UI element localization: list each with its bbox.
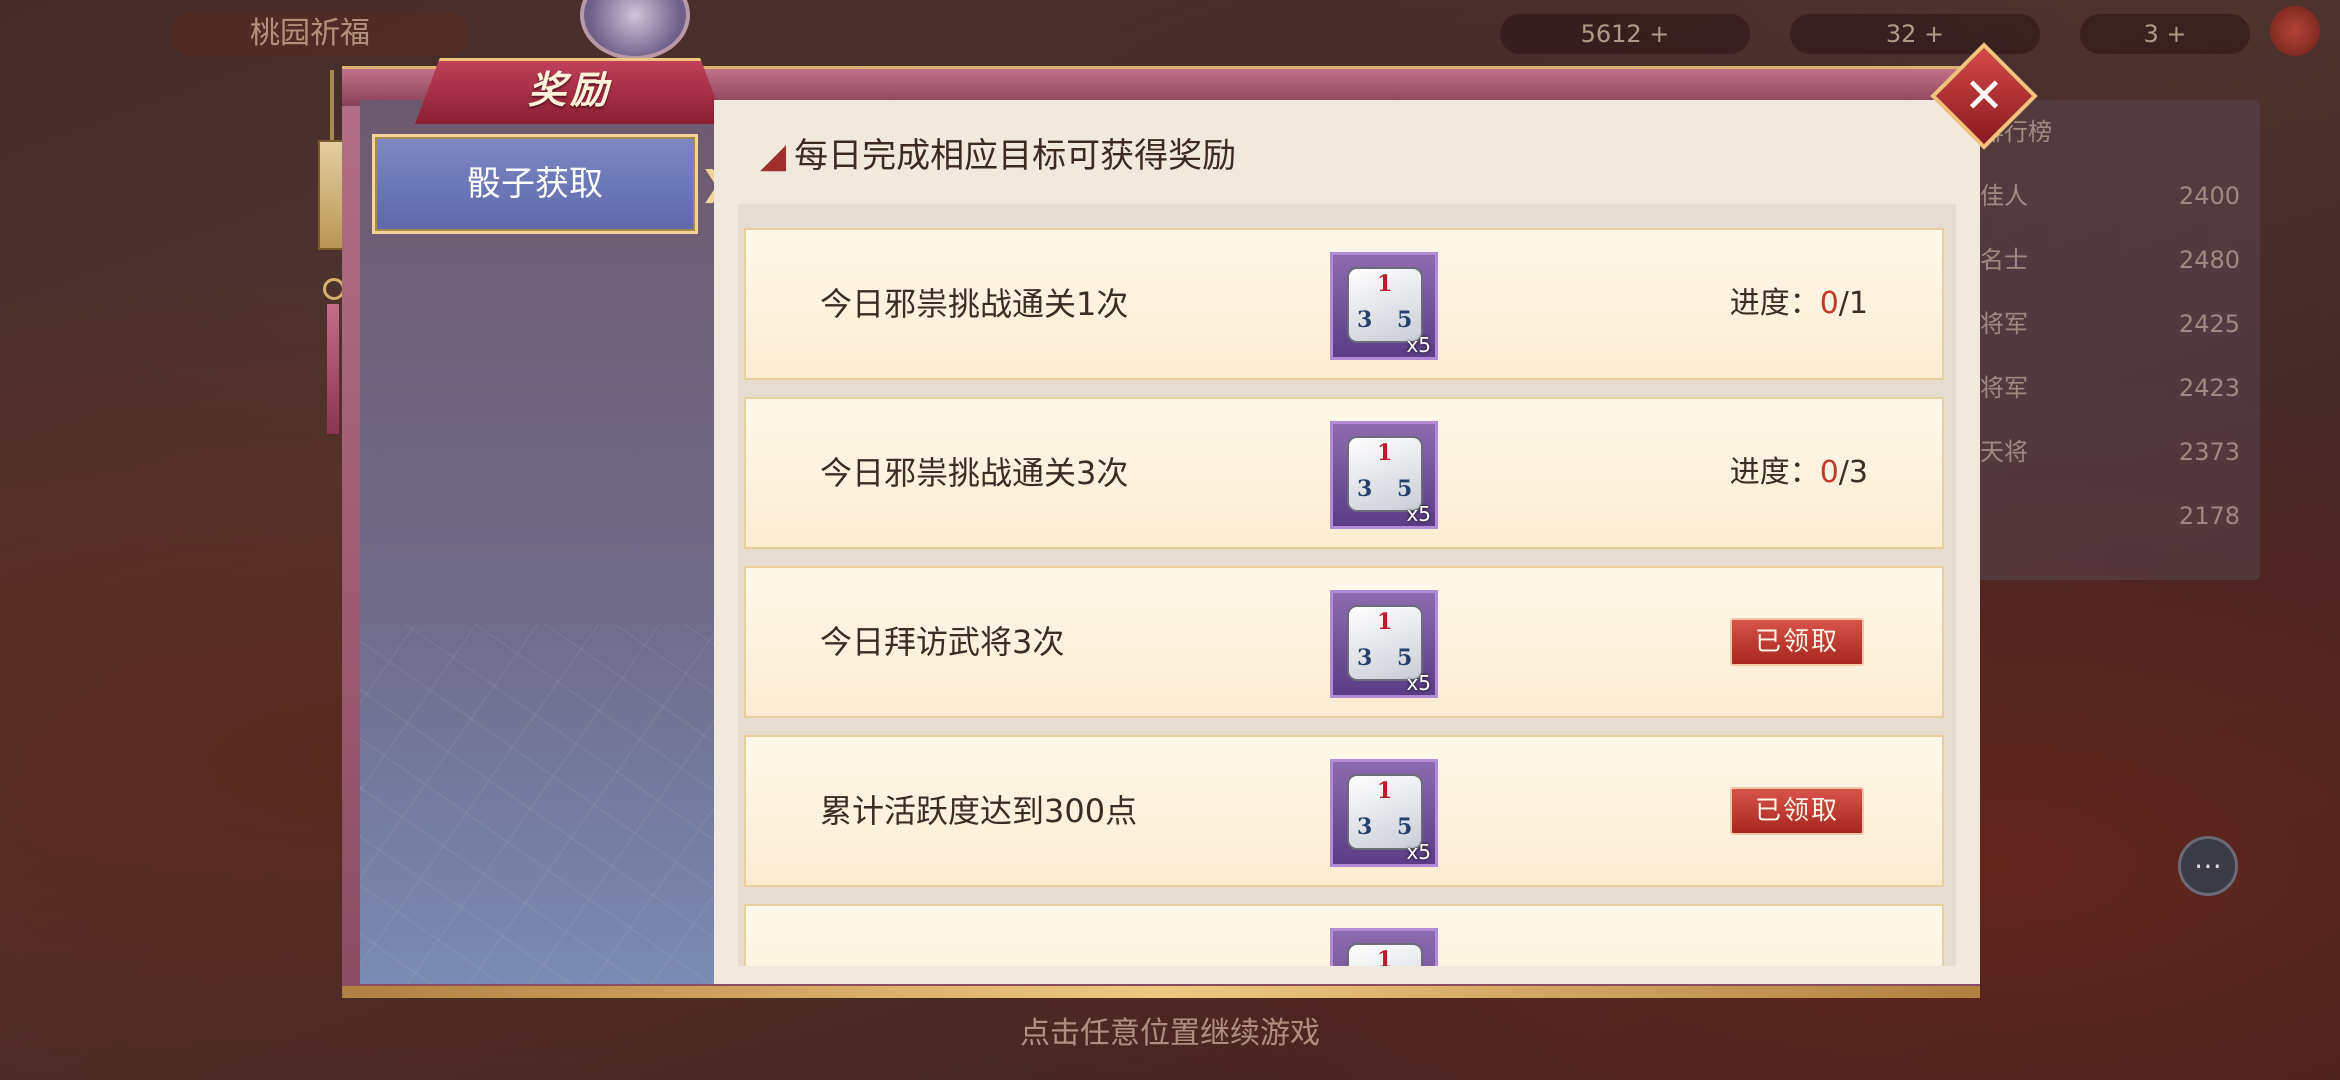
hud-resource-1: 5612 + [1500,14,1750,54]
tassel-ornament-icon [327,304,339,434]
background-ranking-panel: 排行榜 佳人 2400 名士 2480 将军 2425 将军 2423 天将 2373 2… [1960,100,2260,580]
reward-quantity: x5 [1406,333,1431,357]
task-row: 今日拜访武将3次 135 x5 已领取 [744,566,1944,718]
header-text: 每日完成相应目标可获得奖励 [794,136,1237,176]
gem-icon [2270,6,2320,56]
task-list[interactable]: 今日邪祟挑战通关1次 135 x5 进度：0/1 今日邪祟挑战通关3次 135 … [738,204,1956,966]
dice-icon[interactable]: 135 x5 [1330,252,1438,360]
ranking-row: 天将 2373 [1980,438,2240,466]
ranking-row: 2178 [2178,502,2240,530]
task-row: 今日邪祟挑战通关1次 135 x5 进度：0/1 [744,228,1944,380]
tab-dice-acquire[interactable]: 骰子获取 [372,134,698,234]
content-header: ◢ 每日完成相应目标可获得奖励 [760,126,1236,186]
ranking-row: 佳人 2400 [1980,182,2240,210]
hud-resource-2: 32 + [1790,14,2040,54]
task-label: 今日拜访武将3次 [820,623,1065,661]
ranking-row: 将军 2425 [1980,310,2240,338]
task-progress: 进度：0/3 [1729,455,1868,490]
dice-icon[interactable]: 135 x5 [1330,759,1438,867]
dice-icon[interactable]: 135 x5 [1330,590,1438,698]
task-row: 累计活跃度达到300点 135 x5 已领取 [744,735,1944,887]
task-label: 累计活跃度达到300点 [820,792,1138,830]
panel-title: 奖励 [527,67,612,112]
hud-event-label: 桃园祈福 [170,12,470,56]
chat-bubble-icon[interactable]: ⋯ [2178,836,2238,896]
dice-icon[interactable]: 135 x5 [1330,421,1438,529]
task-label: 今日邪祟挑战通关3次 [820,454,1129,492]
ornament-string [330,70,334,140]
claimed-badge: 已领取 [1730,787,1864,835]
close-icon[interactable]: ✕ [1946,58,2022,134]
task-row: 今日邪祟挑战通关3次 135 x5 进度：0/3 [744,397,1944,549]
continue-hint[interactable]: 点击任意位置继续游戏 [0,1008,2340,1052]
ranking-row: 名士 2480 [1980,246,2240,274]
task-progress: 进度：0/1 [1729,286,1868,321]
task-label: 今日邪祟挑战通关1次 [820,285,1129,323]
claimed-badge: 已领取 [1730,618,1864,666]
reward-quantity: x5 [1406,671,1431,695]
task-row: 135 [744,904,1944,966]
ranking-row: 将军 2423 [1980,374,2240,402]
reward-quantity: x5 [1406,502,1431,526]
shoe-icon: ◢ [760,136,787,176]
reward-quantity: x5 [1406,840,1431,864]
hud-resource-3: 3 + [2080,14,2250,54]
dice-icon[interactable]: 135 [1330,928,1438,966]
panel-bottom-trim [342,986,1980,998]
avatar [580,0,690,60]
